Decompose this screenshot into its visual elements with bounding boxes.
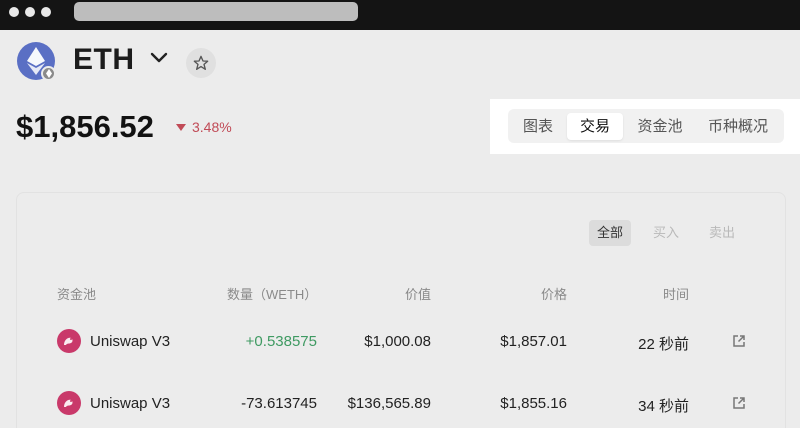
trade-value: $136,565.89 [347,395,431,412]
header-time: 时间 [663,287,690,302]
window-dot [9,7,19,17]
tab-pools[interactable]: 资金池 [628,113,692,140]
trade-amount: +0.538575 [245,333,317,350]
window-dot [41,7,51,17]
external-link-icon[interactable] [732,396,746,410]
filter-buy[interactable]: 买入 [645,220,687,246]
token-symbol: ETH [73,43,135,76]
header-pool: 资金池 [57,287,97,302]
price-change-value: 3.48% [192,119,232,135]
uniswap-icon [57,329,81,353]
trade-time: 22 秒前 [638,336,689,353]
header-price: 价格 [540,287,567,302]
trade-value: $1,000.08 [364,333,431,350]
trades-card: 全部 买入 卖出 资金池 数量（WETH） 价值 价格 时间 Uniswap V… [16,192,786,428]
token-page: ETH $1,856.52 3.48% 全部 买入 卖出 资金池 数量（WETH… [0,30,800,428]
trade-price: $1,855.16 [500,395,567,412]
filter-all[interactable]: 全部 [589,220,631,246]
trade-time: 34 秒前 [638,398,689,415]
star-icon [193,55,209,70]
tab-panel: 图表 交易 资金池 币种概况 [490,99,800,154]
token-price: $1,856.52 [16,109,154,144]
pool-name[interactable]: Uniswap V3 [90,395,170,412]
trade-amount: -73.613745 [241,395,317,412]
tab-chart[interactable]: 图表 [512,113,564,140]
tab-trades[interactable]: 交易 [567,113,623,140]
window-dot [25,7,35,17]
price-change: 3.48% [176,119,232,135]
header-amount: 数量（WETH） [227,287,318,302]
table-row: Uniswap V3 -73.613745 $136,565.89 $1,855… [17,385,785,425]
ethereum-chain-icon [41,66,56,81]
favorite-button[interactable] [186,48,216,78]
uniswap-icon [57,391,81,415]
address-bar[interactable] [74,2,358,21]
chevron-down-icon[interactable] [150,52,168,64]
trade-price: $1,857.01 [500,333,567,350]
tab-group: 图表 交易 资金池 币种概况 [508,109,784,143]
external-link-icon[interactable] [732,334,746,348]
pool-name[interactable]: Uniswap V3 [90,333,170,350]
filter-sell[interactable]: 卖出 [701,220,743,246]
tab-token-overview[interactable]: 币种概况 [696,113,780,140]
browser-chrome [0,0,800,30]
header-value: 价值 [404,287,431,302]
arrow-down-icon [176,124,186,131]
table-row: Uniswap V3 +0.538575 $1,000.08 $1,857.01… [17,323,785,363]
